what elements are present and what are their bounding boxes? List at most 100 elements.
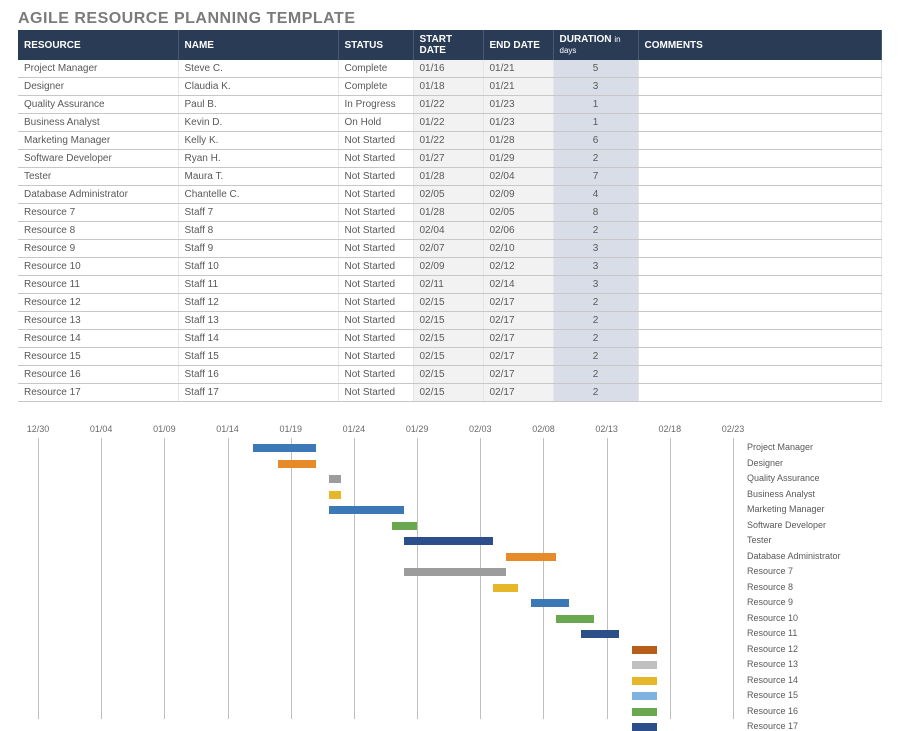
cell-end: 02/17 <box>483 348 553 366</box>
gantt-tick-label: 02/03 <box>469 424 492 434</box>
cell-end: 02/09 <box>483 186 553 204</box>
cell-status: Not Started <box>338 276 413 294</box>
gantt-gridline <box>543 438 544 719</box>
cell-start: 01/22 <box>413 114 483 132</box>
cell-duration: 3 <box>553 276 638 294</box>
cell-duration: 6 <box>553 132 638 150</box>
cell-comments <box>638 60 882 78</box>
table-row: Resource 10Staff 10Not Started02/0902/12… <box>18 258 882 276</box>
cell-start: 02/11 <box>413 276 483 294</box>
cell-name: Claudia K. <box>178 78 338 96</box>
gantt-row-label: Software Developer <box>747 520 882 530</box>
cell-comments <box>638 294 882 312</box>
cell-name: Staff 17 <box>178 384 338 402</box>
cell-name: Staff 14 <box>178 330 338 348</box>
gantt-bar <box>556 615 594 623</box>
gantt-gridline <box>354 438 355 719</box>
cell-resource: Business Analyst <box>18 114 178 132</box>
cell-name: Maura T. <box>178 168 338 186</box>
cell-resource: Designer <box>18 78 178 96</box>
cell-resource: Resource 7 <box>18 204 178 222</box>
cell-end: 02/04 <box>483 168 553 186</box>
cell-name: Staff 11 <box>178 276 338 294</box>
cell-duration: 8 <box>553 204 638 222</box>
cell-name: Kevin D. <box>178 114 338 132</box>
gantt-tick-label: 01/09 <box>153 424 176 434</box>
col-end: END DATE <box>483 30 553 60</box>
cell-duration: 2 <box>553 294 638 312</box>
cell-status: Not Started <box>338 150 413 168</box>
cell-resource: Software Developer <box>18 150 178 168</box>
gantt-tick-label: 01/24 <box>343 424 366 434</box>
cell-duration: 2 <box>553 312 638 330</box>
table-row: Resource 12Staff 12Not Started02/1502/17… <box>18 294 882 312</box>
cell-comments <box>638 330 882 348</box>
cell-end: 01/23 <box>483 96 553 114</box>
gantt-row-label: Database Administrator <box>747 551 882 561</box>
gantt-gridline <box>38 438 39 719</box>
table-row: Resource 17Staff 17Not Started02/1502/17… <box>18 384 882 402</box>
cell-comments <box>638 96 882 114</box>
col-name: NAME <box>178 30 338 60</box>
cell-start: 01/22 <box>413 96 483 114</box>
cell-name: Staff 15 <box>178 348 338 366</box>
cell-resource: Resource 13 <box>18 312 178 330</box>
table-row: Database AdministratorChantelle C.Not St… <box>18 186 882 204</box>
cell-status: On Hold <box>338 114 413 132</box>
col-resource: RESOURCE <box>18 30 178 60</box>
cell-comments <box>638 114 882 132</box>
cell-status: Not Started <box>338 294 413 312</box>
table-row: Resource 7Staff 7Not Started01/2802/058 <box>18 204 882 222</box>
cell-status: Not Started <box>338 240 413 258</box>
cell-name: Ryan H. <box>178 150 338 168</box>
gantt-row-label: Resource 10 <box>747 613 882 623</box>
gantt-tick-label: 02/18 <box>659 424 682 434</box>
cell-resource: Marketing Manager <box>18 132 178 150</box>
gantt-gridline <box>228 438 229 719</box>
cell-status: Not Started <box>338 348 413 366</box>
cell-resource: Quality Assurance <box>18 96 178 114</box>
cell-resource: Resource 15 <box>18 348 178 366</box>
cell-status: Not Started <box>338 312 413 330</box>
gantt-row-label: Resource 9 <box>747 597 882 607</box>
cell-duration: 2 <box>553 384 638 402</box>
gantt-bar <box>404 568 505 576</box>
gantt-bar <box>632 661 657 669</box>
gantt-gridline <box>164 438 165 719</box>
gantt-row-label: Business Analyst <box>747 489 882 499</box>
cell-comments <box>638 258 882 276</box>
cell-name: Staff 12 <box>178 294 338 312</box>
gantt-bar <box>506 553 557 561</box>
gantt-chart: 12/3001/0401/0901/1401/1901/2401/2902/03… <box>18 424 882 719</box>
gantt-tick-label: 01/04 <box>90 424 113 434</box>
gantt-bar <box>531 599 569 607</box>
gantt-gridline <box>417 438 418 719</box>
cell-status: Not Started <box>338 366 413 384</box>
table-header-row: RESOURCE NAME STATUS START DATE END DATE… <box>18 30 882 60</box>
gantt-bar <box>329 475 342 483</box>
gantt-bar <box>493 584 518 592</box>
col-duration: DURATION in days <box>553 30 638 60</box>
gantt-row-label: Project Manager <box>747 442 882 452</box>
cell-start: 01/27 <box>413 150 483 168</box>
table-row: Business AnalystKevin D.On Hold01/2201/2… <box>18 114 882 132</box>
gantt-row-label: Tester <box>747 535 882 545</box>
gantt-bar <box>632 708 657 716</box>
cell-start: 01/28 <box>413 168 483 186</box>
cell-status: Not Started <box>338 384 413 402</box>
cell-resource: Tester <box>18 168 178 186</box>
cell-start: 02/15 <box>413 312 483 330</box>
gantt-row-label: Resource 12 <box>747 644 882 654</box>
table-row: Resource 8Staff 8Not Started02/0402/062 <box>18 222 882 240</box>
gantt-gridline <box>607 438 608 719</box>
cell-comments <box>638 78 882 96</box>
cell-end: 02/14 <box>483 276 553 294</box>
cell-start: 02/15 <box>413 348 483 366</box>
table-row: Quality AssurancePaul B.In Progress01/22… <box>18 96 882 114</box>
col-status: STATUS <box>338 30 413 60</box>
cell-end: 01/28 <box>483 132 553 150</box>
gantt-row-label: Quality Assurance <box>747 473 882 483</box>
cell-end: 02/05 <box>483 204 553 222</box>
cell-comments <box>638 168 882 186</box>
gantt-tick-label: 02/23 <box>722 424 745 434</box>
